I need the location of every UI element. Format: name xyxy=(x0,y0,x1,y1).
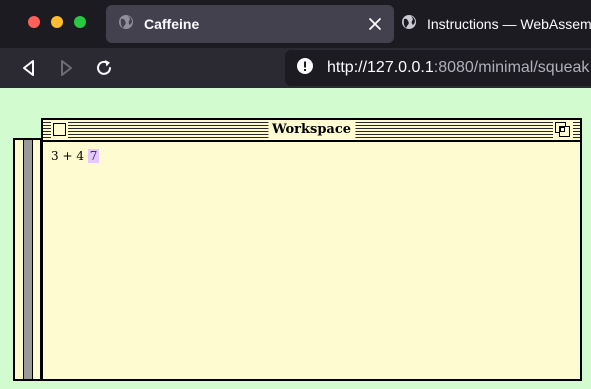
globe-icon xyxy=(401,14,417,34)
window-maximize-button[interactable] xyxy=(74,16,86,28)
window-titlebar[interactable]: Workspace xyxy=(43,120,580,142)
forward-arrow-icon xyxy=(61,60,72,76)
url-text: http://127.0.0.1:8080/minimal/squeak xyxy=(327,59,589,77)
workspace-window: Workspace 3 + 4 7 xyxy=(41,118,582,381)
back-button[interactable] xyxy=(17,56,41,80)
reload-icon xyxy=(97,60,111,75)
tab-title: Caffeine xyxy=(144,16,200,32)
code-line: 3 + 4 7 xyxy=(51,148,100,164)
window-close-button[interactable] xyxy=(28,16,40,28)
close-tab-button[interactable] xyxy=(365,14,385,34)
back-arrow-icon xyxy=(23,60,34,76)
reload-button[interactable] xyxy=(92,56,116,80)
workspace-editor[interactable]: 3 + 4 7 xyxy=(43,142,580,379)
window-close-box[interactable] xyxy=(53,123,66,136)
navigation-bar: http://127.0.0.1:8080/minimal/squeak xyxy=(0,48,591,88)
globe-icon xyxy=(118,14,134,34)
url-path: /minimal/squeak xyxy=(473,59,590,76)
evaluation-result: 7 xyxy=(87,149,100,163)
page-content: Workspace 3 + 4 7 xyxy=(0,88,591,389)
tab-bar: Caffeine Instructions — WebAssembly xyxy=(0,0,591,48)
scrollbar-track[interactable] xyxy=(23,140,33,379)
collapse-icon xyxy=(555,122,570,137)
collapse-button[interactable] xyxy=(555,122,571,138)
tab-title: Instructions — WebAssembly xyxy=(427,16,591,32)
close-icon xyxy=(369,18,381,30)
security-warning-icon[interactable] xyxy=(297,58,313,78)
workspace-scrollbar[interactable] xyxy=(13,138,42,381)
url-host: http://127.0.0.1 xyxy=(327,59,434,76)
tab-instructions[interactable]: Instructions — WebAssembly xyxy=(398,5,591,43)
forward-button[interactable] xyxy=(54,56,78,80)
url-port: :8080 xyxy=(433,59,474,76)
window-minimize-button[interactable] xyxy=(51,16,63,28)
address-bar[interactable]: http://127.0.0.1:8080/minimal/squeak xyxy=(285,50,591,86)
window-title: Workspace xyxy=(267,122,356,138)
tab-caffeine[interactable]: Caffeine xyxy=(106,5,394,43)
code-expression: 3 + 4 xyxy=(51,149,84,163)
